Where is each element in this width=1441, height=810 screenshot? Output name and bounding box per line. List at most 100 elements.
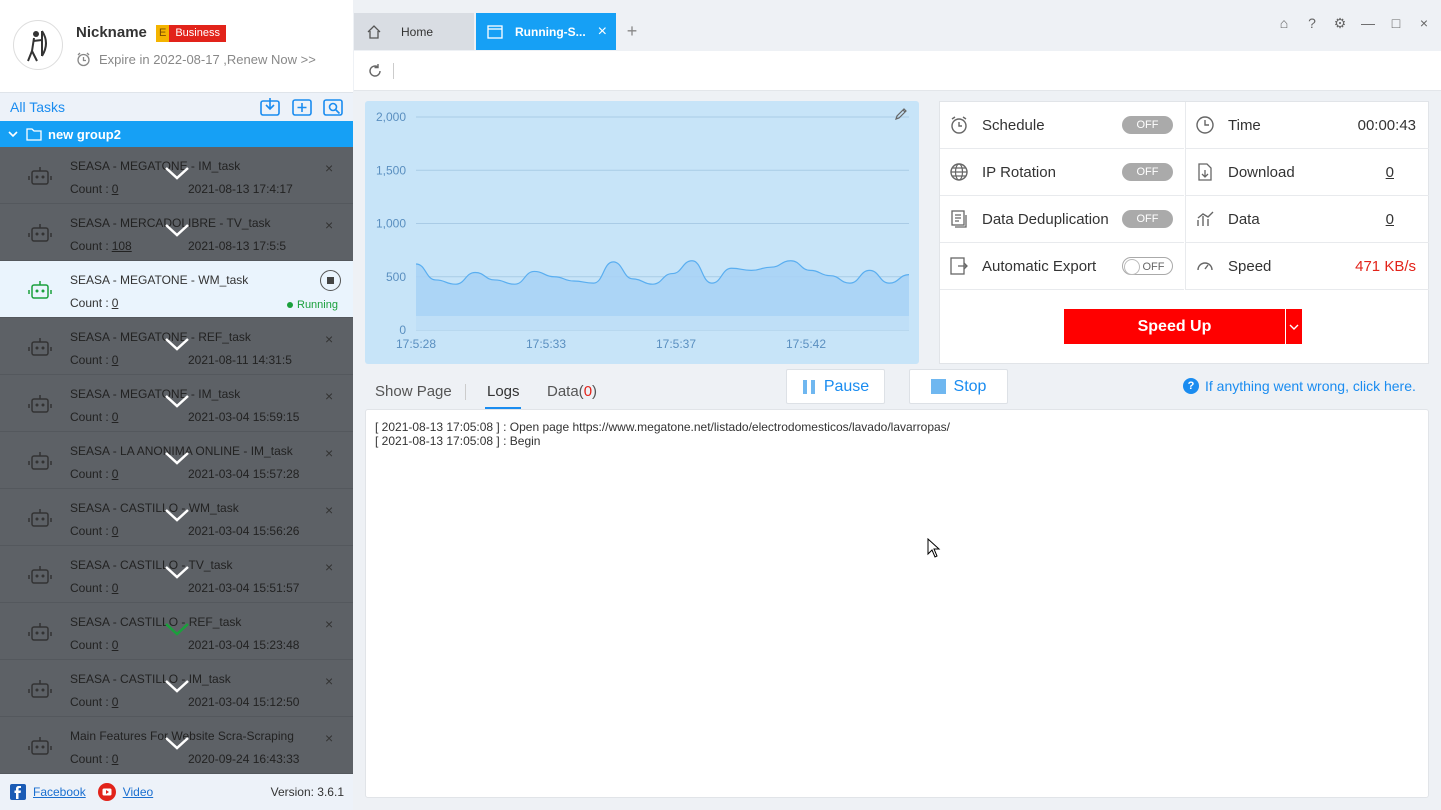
count-value[interactable]: 0 (112, 695, 119, 709)
task-row[interactable]: SEASA - MERCADOLIBRE - TV_task Count :10… (0, 204, 353, 261)
version-label: Version: 3.6.1 (270, 785, 344, 799)
task-row[interactable]: SEASA - CASTILLO - IM_task Count :0 2021… (0, 660, 353, 717)
close-icon[interactable]: × (325, 559, 333, 575)
gear-icon[interactable]: ⚙ (1333, 16, 1347, 30)
task-row[interactable]: SEASA - CASTILLO - WM_task Count :0 2021… (0, 489, 353, 546)
count-value[interactable]: 0 (112, 752, 119, 766)
facebook-link[interactable]: Facebook (33, 785, 86, 799)
facebook-icon[interactable] (10, 784, 26, 800)
count-value[interactable]: 108 (112, 239, 132, 253)
task-row[interactable]: SEASA - CASTILLO - REF_task Count :0 202… (0, 603, 353, 660)
dedup-toggle[interactable]: OFF (1122, 210, 1173, 228)
count-value[interactable]: 0 (112, 467, 119, 481)
edit-icon[interactable] (894, 107, 908, 121)
auto-export-toggle[interactable]: OFF (1122, 257, 1173, 275)
close-icon[interactable]: × (325, 217, 333, 233)
task-count: Count :0 (70, 296, 118, 310)
stop-task-icon[interactable] (320, 270, 341, 291)
close-icon[interactable]: × (325, 445, 333, 461)
avatar[interactable] (13, 20, 63, 70)
task-row[interactable]: SEASA - LA ANONIMA ONLINE - IM_task Coun… (0, 432, 353, 489)
task-count: Count :0 (70, 410, 118, 424)
close-icon[interactable]: × (325, 673, 333, 689)
count-value[interactable]: 0 (112, 524, 119, 538)
task-count: Count :0 (70, 695, 118, 709)
group-row[interactable]: new group2 (0, 121, 353, 147)
download-value[interactable]: 0 (1386, 164, 1394, 181)
expire-renew-link[interactable]: Expire in 2022-08-17 ,Renew Now >> (76, 52, 316, 67)
tab-home-label: Home (401, 24, 434, 39)
close-icon[interactable]: × (325, 730, 333, 746)
tab-running[interactable]: Running-S... × (476, 13, 616, 50)
maximize-icon[interactable]: □ (1389, 16, 1403, 30)
robot-icon (28, 167, 52, 185)
minimize-icon[interactable]: — (1361, 16, 1375, 30)
count-value[interactable]: 0 (112, 410, 119, 424)
new-task-icon[interactable] (292, 97, 312, 117)
task-row[interactable]: SEASA - CASTILLO - TV_task Count :0 2021… (0, 546, 353, 603)
help-link[interactable]: ? If anything went wrong, click here. (1183, 378, 1416, 394)
close-icon[interactable]: × (325, 502, 333, 518)
tab-data-count: 0 (583, 383, 593, 400)
ip-rotation-toggle[interactable]: OFF (1122, 163, 1173, 181)
gift-icon[interactable]: ⌂ (1277, 16, 1291, 30)
speed-up-button[interactable]: Speed Up (1064, 309, 1285, 344)
count-label: Count : (70, 467, 109, 481)
task-date: 2020-09-24 16:43:33 (188, 752, 300, 766)
schedule-toggle[interactable]: OFF (1122, 116, 1173, 134)
y-tick-label: 1,500 (376, 163, 406, 177)
count-value[interactable]: 0 (112, 638, 119, 652)
close-icon[interactable]: × (325, 388, 333, 404)
count-value[interactable]: 0 (112, 353, 119, 367)
refresh-icon[interactable] (367, 63, 383, 79)
video-icon[interactable] (97, 783, 116, 801)
stop-button[interactable]: Stop (909, 369, 1008, 404)
count-label: Count : (70, 296, 109, 310)
import-task-icon[interactable] (260, 97, 280, 117)
schedule-row: Schedule OFF (940, 102, 1184, 149)
pause-button[interactable]: Pause (786, 369, 885, 404)
tab-home[interactable]: Home (354, 13, 474, 50)
data-label: Data (1228, 210, 1260, 228)
dedup-label: Data Deduplication (982, 210, 1109, 228)
speed-up-dropdown[interactable] (1286, 309, 1302, 344)
count-label: Count : (70, 752, 109, 766)
task-settings-panel: Schedule OFF IP Rotation OFF Data Dedupl… (939, 101, 1429, 364)
search-task-icon[interactable] (323, 97, 343, 117)
add-tab-button[interactable]: + (622, 13, 642, 50)
data-value[interactable]: 0 (1386, 211, 1394, 228)
tab-close-icon[interactable]: × (598, 23, 607, 41)
tab-logs[interactable]: Logs (485, 383, 521, 409)
task-row[interactable]: Main Features For Website Scra-Scraping … (0, 717, 353, 774)
time-value: 00:00:43 (1357, 116, 1416, 134)
speed-row: Speed 471 KB/s (1185, 243, 1429, 290)
close-icon[interactable]: × (325, 160, 333, 176)
sidebar: Nickname E Business Expire in 2022-08-17… (0, 0, 353, 810)
chevron-down-icon (165, 737, 189, 750)
area-base (416, 316, 909, 330)
task-row[interactable]: SEASA - MEGATONE - IM_task Count :0 2021… (0, 147, 353, 204)
task-name: SEASA - CASTILLO - REF_task (70, 615, 242, 629)
count-value[interactable]: 0 (112, 581, 119, 595)
window-icon (487, 24, 503, 39)
mouse-cursor-icon (927, 538, 941, 558)
alarm-clock-icon (77, 52, 90, 67)
robot-icon (28, 680, 52, 698)
count-value[interactable]: 0 (112, 182, 119, 196)
help-icon[interactable]: ? (1305, 16, 1319, 30)
tab-data[interactable]: Data(0) (547, 383, 597, 400)
task-row-active[interactable]: SEASA - MEGATONE - WM_task Count :0 Runn… (0, 261, 353, 318)
close-icon[interactable]: × (1417, 16, 1431, 30)
dedup-icon (951, 210, 967, 228)
robot-icon (28, 281, 52, 299)
task-row[interactable]: SEASA - MEGATONE - IM_task Count :0 2021… (0, 375, 353, 432)
video-link[interactable]: Video (123, 785, 153, 799)
tab-data-close: ) (592, 383, 598, 400)
task-date: 2021-08-11 14:31:5 (188, 353, 292, 367)
close-icon[interactable]: × (325, 331, 333, 347)
close-icon[interactable]: × (325, 616, 333, 632)
count-value[interactable]: 0 (112, 296, 119, 310)
all-tasks-label[interactable]: All Tasks (10, 99, 65, 115)
tab-show-page[interactable]: Show Page (375, 383, 452, 400)
task-row[interactable]: SEASA - MEGATONE - REF_task Count :0 202… (0, 318, 353, 375)
